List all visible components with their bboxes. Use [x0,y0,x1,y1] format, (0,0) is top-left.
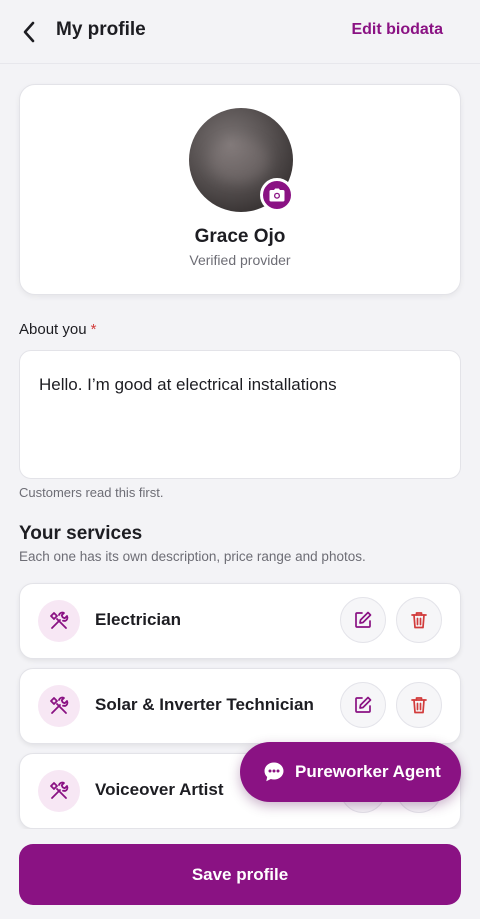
verification-status: Verified provider [189,252,291,268]
profile-name: Grace Ojo [194,226,286,247]
edit-icon [355,696,372,713]
edit-service-button[interactable] [340,597,386,643]
trash-icon [411,612,427,629]
tools-icon [38,600,80,642]
back-button[interactable] [14,16,44,48]
about-label: About you * [19,321,96,338]
service-name: Voiceover Artist [95,780,224,799]
about-label-text: About you [19,321,87,338]
about-textarea[interactable]: Hello. I’m good at electrical installati… [19,350,461,479]
delete-service-button[interactable] [396,682,442,728]
agent-chat-button[interactable]: Pureworker Agent [240,742,461,802]
page-title: My profile [56,19,146,40]
edit-service-button[interactable] [340,682,386,728]
save-profile-button[interactable]: Save profile [19,844,461,905]
tools-icon [38,770,80,812]
service-card-solar[interactable]: Solar & Inverter Technician [19,668,461,744]
service-name: Solar & Inverter Technician [95,695,314,714]
chat-bubble-icon [262,760,286,784]
edit-biodata-link[interactable]: Edit biodata [351,21,443,39]
about-hint: Customers read this first. [19,485,164,500]
app-header: My profile Edit biodata [0,0,480,64]
camera-icon [269,188,285,202]
edit-icon [355,611,372,628]
trash-icon [411,697,427,714]
change-photo-button[interactable] [260,178,294,212]
services-subtitle: Each one has its own description, price … [19,549,366,564]
required-mark: * [90,321,97,338]
service-name: Electrician [95,610,181,629]
delete-service-button[interactable] [396,597,442,643]
tools-icon [38,685,80,727]
bottom-bar: Save profile [0,829,480,919]
chevron-left-icon [23,21,35,43]
services-title: Your services [19,523,143,544]
service-card-electrician[interactable]: Electrician [19,583,461,659]
agent-label: Pureworker Agent [295,762,441,781]
profile-card: Grace Ojo Verified provider [19,84,461,295]
